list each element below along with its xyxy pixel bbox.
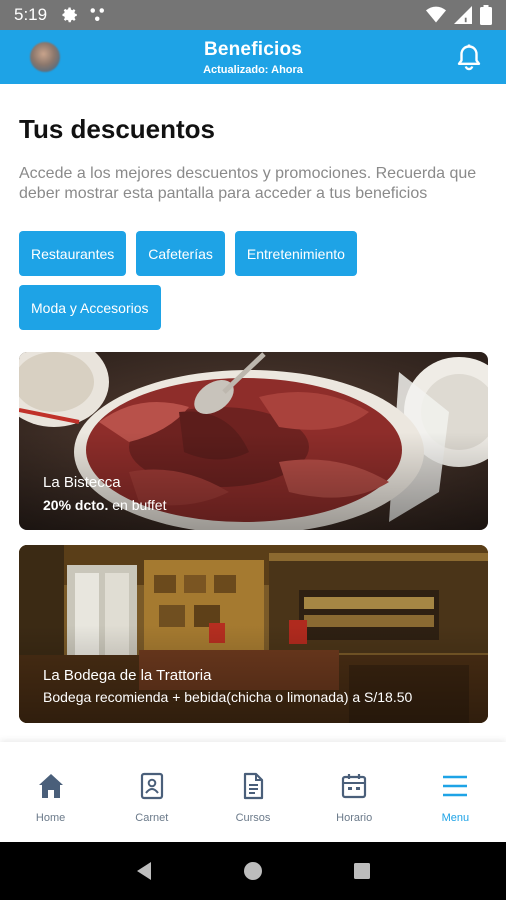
app-header: Beneficios Actualizado: Ahora [0, 30, 506, 84]
nav-label: Home [35, 812, 66, 824]
nav-home[interactable]: Home [0, 742, 101, 842]
nav-label: Menu [441, 812, 470, 824]
offer-discount: 20% dcto. [43, 497, 109, 513]
avatar[interactable] [30, 42, 60, 72]
nav-carnet[interactable]: Carnet [101, 742, 202, 842]
dots-icon [90, 8, 105, 21]
calendar-icon [342, 774, 367, 799]
category-filters: Restaurantes Cafeterías Entretenimiento … [19, 231, 489, 330]
offer-card-la-bodega[interactable]: La Bodega de la Trattoria Bodega recomie… [19, 545, 488, 723]
category-restaurantes-button[interactable]: Restaurantes [19, 231, 127, 276]
offer-card-la-bistecca[interactable]: La Bistecca 20% dcto. en buffet [19, 352, 488, 530]
signal-icon [454, 6, 472, 24]
bell-icon[interactable] [454, 42, 484, 72]
nav-cursos[interactable]: Cursos [202, 742, 303, 842]
category-cafeterias-button[interactable]: Cafeterías [136, 231, 225, 276]
header-title: Beneficios [203, 38, 303, 60]
page-description: Accede a los mejores descuentos y promoc… [19, 165, 477, 202]
offer-name: La Bodega de la Trattoria [43, 667, 212, 684]
id-card-icon [140, 772, 163, 800]
back-icon[interactable] [133, 860, 155, 882]
bottom-navigation: Home Carnet Cursos Horario Menu [0, 742, 506, 842]
category-entretenimiento-button[interactable]: Entretenimiento [234, 231, 357, 276]
home-circle-icon[interactable] [242, 860, 264, 882]
offer-description: Bodega recomienda + bebida(chicha o limo… [43, 689, 413, 705]
gear-icon [62, 7, 77, 23]
document-icon [243, 772, 264, 800]
benefits-content[interactable]: Tus descuentos Accede a los mejores desc… [0, 84, 506, 742]
nav-horario[interactable]: Horario [304, 742, 405, 842]
nav-label: Cursos [235, 812, 271, 824]
wifi-icon [426, 6, 446, 23]
home-icon [38, 774, 63, 798]
nav-label: Horario [336, 812, 373, 824]
menu-icon [443, 775, 468, 797]
nav-label: Carnet [135, 812, 169, 824]
nav-menu[interactable]: Menu [405, 742, 506, 842]
header-subtitle: Actualizado: Ahora [203, 63, 303, 76]
system-navigation-bar [0, 842, 506, 900]
category-moda-accesorios-button[interactable]: Moda y Accesorios [19, 285, 161, 330]
page-title: Tus descuentos [19, 114, 216, 144]
status-bar: 5:19 [0, 0, 506, 30]
offer-name: La Bistecca [43, 474, 121, 491]
offer-detail: en buffet [108, 497, 167, 513]
recents-icon[interactable] [351, 860, 373, 882]
battery-icon [480, 5, 492, 25]
offer-description: 20% dcto. en buffet [43, 497, 167, 513]
status-time: 5:19 [14, 5, 48, 24]
